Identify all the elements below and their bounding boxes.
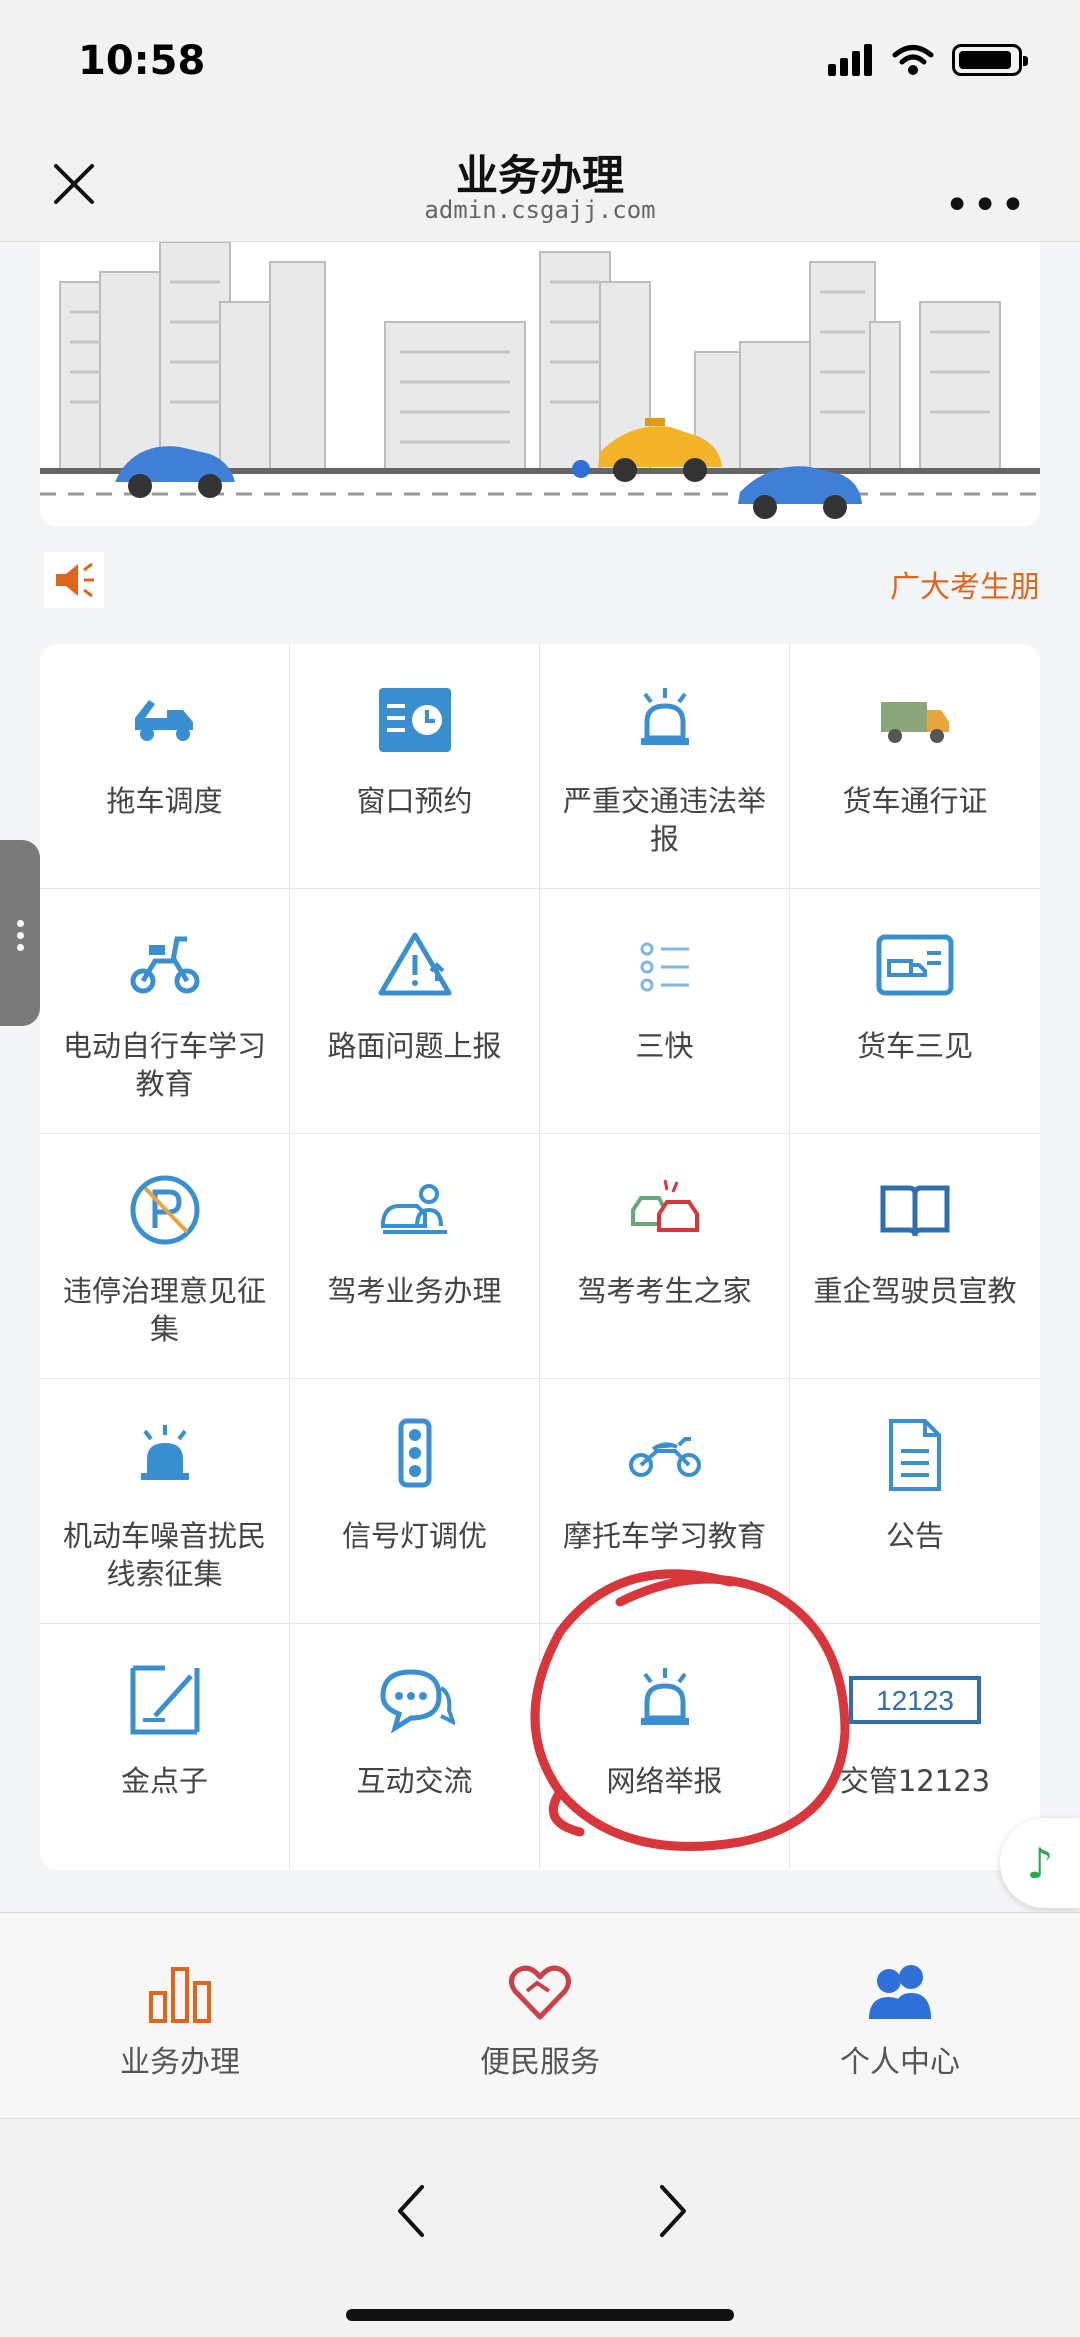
service-tow-truck[interactable]: 拖车调度	[40, 644, 290, 889]
service-label: 交管12123	[839, 1764, 991, 1798]
back-arrow-icon[interactable]	[392, 2181, 432, 2241]
signal-icon	[828, 44, 872, 76]
e-bike-icon	[125, 925, 205, 1005]
service-serious-violation-report[interactable]: 严重交通违法举报	[540, 644, 790, 889]
document-icon	[875, 1415, 955, 1495]
notice-text: 广大考生朋	[890, 570, 1040, 605]
notice-bar[interactable]: 广大考生朋	[40, 542, 1040, 618]
service-label: 严重交通违法举报	[562, 784, 766, 856]
badge-12123-icon: 12123	[845, 1660, 985, 1740]
service-announcement[interactable]: 公告	[790, 1379, 1040, 1624]
service-signal-optimization[interactable]: 信号灯调优	[290, 1379, 540, 1624]
service-label: 三快	[635, 1029, 694, 1063]
page-url: admin.csgajj.com	[424, 196, 656, 224]
chat-icon	[375, 1660, 455, 1740]
bar-chart-icon	[149, 1967, 211, 2023]
badge-12123-text: 12123	[876, 1685, 954, 1716]
siren-icon	[125, 1415, 205, 1495]
tab-services[interactable]: 便民服务	[360, 1913, 720, 2118]
service-label: 重企驾驶员宣教	[813, 1274, 1017, 1308]
traffic-light-icon	[375, 1415, 455, 1495]
tab-label: 个人中心	[840, 2045, 960, 2080]
service-truck-permit[interactable]: 货车通行证	[790, 644, 1040, 889]
side-drawer-handle[interactable]	[0, 840, 40, 1026]
service-driving-exam[interactable]: 驾考业务办理	[290, 1134, 540, 1379]
service-label: 机动车噪音扰民线索征集	[62, 1519, 266, 1591]
bottom-tab-bar: 业务办理 便民服务 个人中心	[0, 1912, 1080, 2118]
status-icons	[828, 44, 1028, 76]
status-bar: 10:58	[0, 0, 1080, 130]
service-label: 互动交流	[356, 1764, 473, 1798]
service-label: 驾考考生之家	[577, 1274, 752, 1308]
city-banner[interactable]	[40, 242, 1040, 526]
tab-profile[interactable]: 个人中心	[720, 1913, 1080, 2118]
battery-icon	[952, 44, 1028, 76]
edit-icon	[125, 1660, 205, 1740]
service-window-booking[interactable]: 窗口预约	[290, 644, 540, 889]
service-label: 电动自行车学习教育	[62, 1029, 266, 1101]
service-label: 网络举报	[606, 1764, 723, 1798]
service-label: 信号灯调优	[341, 1519, 487, 1553]
driver-exam-icon	[375, 1170, 455, 1250]
warning-icon	[375, 925, 455, 1005]
speaker-icon	[44, 552, 104, 608]
nav-bar: 业务办理 admin.csgajj.com •••	[0, 130, 1080, 242]
main-content: 广大考生朋 拖车调度 窗口预约 严重交通违法举报 货车通行证 电动自行车学习教育…	[0, 242, 1080, 1912]
tab-label: 业务办理	[120, 2045, 240, 2080]
service-label: 货车通行证	[842, 784, 988, 818]
service-label: 货车三见	[856, 1029, 973, 1063]
service-12123[interactable]: 12123 交管12123	[790, 1624, 1040, 1869]
service-road-issue-report[interactable]: 路面问题上报	[290, 889, 540, 1134]
service-illegal-parking-feedback[interactable]: 违停治理意见征集	[40, 1134, 290, 1379]
service-label: 窗口预约	[356, 784, 473, 818]
alarm-light-icon	[625, 680, 705, 760]
service-label: 金点子	[120, 1764, 208, 1798]
service-label: 公告	[885, 1519, 944, 1553]
service-label: 驾考业务办理	[327, 1274, 502, 1308]
motorcycle-icon	[625, 1415, 705, 1495]
page-title: 业务办理	[455, 151, 624, 200]
service-vehicle-noise-report[interactable]: 机动车噪音扰民线索征集	[40, 1379, 290, 1624]
service-interactive-exchange[interactable]: 互动交流	[290, 1624, 540, 1869]
city-illustration	[40, 242, 1040, 526]
alarm-light-icon	[625, 1660, 705, 1740]
truck-card-icon	[875, 925, 955, 1005]
no-parking-icon	[125, 1170, 205, 1250]
forward-arrow-icon[interactable]	[652, 2181, 692, 2241]
clock-card-icon	[375, 680, 455, 760]
service-golden-idea[interactable]: 金点子	[40, 1624, 290, 1869]
wifi-icon	[892, 45, 934, 75]
carousel-indicator[interactable]	[572, 460, 590, 478]
heart-icon	[509, 1965, 571, 2020]
service-e-bike-education[interactable]: 电动自行车学习教育	[40, 889, 290, 1134]
car-crash-icon	[625, 1170, 705, 1250]
service-driver-education[interactable]: 重企驾驶员宣教	[790, 1134, 1040, 1379]
service-truck-three-see[interactable]: 货车三见	[790, 889, 1040, 1134]
service-three-fast[interactable]: 三快	[540, 889, 790, 1134]
book-icon	[875, 1170, 955, 1250]
list-icon	[625, 925, 705, 1005]
browser-toolbar	[0, 2118, 1080, 2337]
more-icon[interactable]: •••	[944, 180, 1028, 231]
truck-icon	[875, 680, 955, 760]
service-label: 摩托车学习教育	[562, 1519, 766, 1553]
tow-truck-icon	[125, 680, 205, 760]
users-icon	[869, 1965, 931, 2019]
service-label: 路面问题上报	[327, 1029, 502, 1063]
status-time: 10:58	[78, 38, 206, 84]
tab-label: 便民服务	[480, 2045, 600, 2080]
music-note-icon[interactable]: ♪	[1000, 1818, 1080, 1908]
service-online-report[interactable]: 网络举报	[540, 1624, 790, 1869]
service-label: 违停治理意见征集	[62, 1274, 266, 1346]
service-exam-candidate-home[interactable]: 驾考考生之家	[540, 1134, 790, 1379]
home-indicator[interactable]	[346, 2309, 734, 2321]
service-label: 拖车调度	[106, 784, 223, 818]
tab-business[interactable]: 业务办理	[0, 1913, 360, 2118]
service-grid: 拖车调度 窗口预约 严重交通违法举报 货车通行证 电动自行车学习教育 路面问题上…	[40, 644, 1040, 1870]
service-motorcycle-education[interactable]: 摩托车学习教育	[540, 1379, 790, 1624]
